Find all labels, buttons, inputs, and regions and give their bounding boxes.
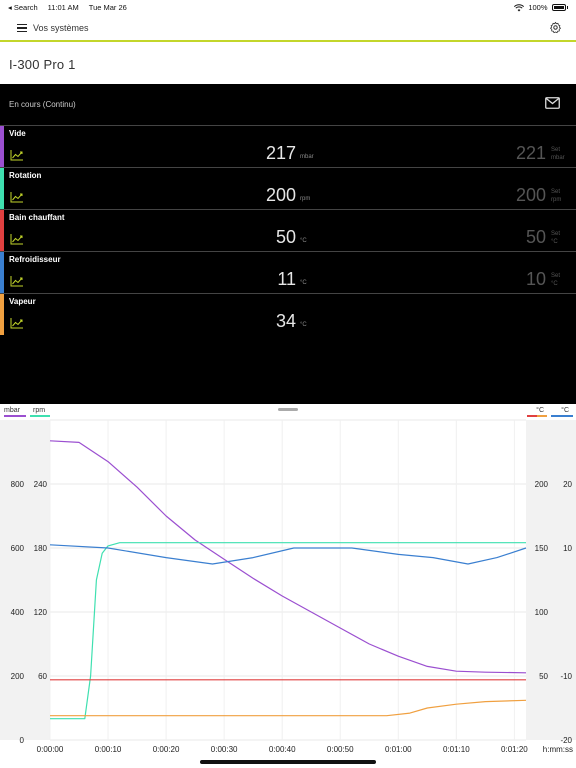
tick-label-time: 0:00:10 (95, 745, 122, 754)
tick-label-bath-c: 100 (535, 608, 549, 617)
trend-chart: mbar rpm °C °C 0 200 400 600 800 60 120 180 240 5… (0, 404, 576, 768)
tick-label-time: 0:00:20 (153, 745, 180, 754)
mail-icon[interactable] (545, 97, 560, 109)
run-status: En cours (Continu) (9, 100, 76, 109)
tick-label-bath-c: 200 (535, 480, 549, 489)
tick-label-rpm: 60 (38, 672, 47, 681)
param-color-bar (0, 126, 4, 167)
param-set-value[interactable]: 10 (526, 269, 546, 290)
tick-label-mbar: 400 (11, 608, 25, 617)
param-set-value[interactable]: 221 (516, 143, 546, 164)
param-row-rotation[interactable]: Rotation 200 rpm 200 Set rpm (0, 167, 576, 209)
trend-icon[interactable] (10, 232, 24, 245)
param-set-label: Set mbar (551, 147, 565, 161)
param-name: Rotation (9, 171, 42, 180)
status-date: Tue Mar 26 (88, 3, 127, 12)
tick-label-time: 0:00:40 (269, 745, 296, 754)
param-value: 34 (275, 311, 296, 331)
param-name: Vapeur (9, 297, 36, 306)
status-bar: ◂ Search 11:01 AM Tue Mar 26 100% (0, 0, 576, 14)
series-line-0 (49, 440, 527, 674)
live-values-panel: En cours (Continu) Vide 217 mbar 221 Set mbar… (0, 84, 576, 404)
param-unit: °C (300, 322, 307, 328)
trend-icon[interactable] (10, 316, 24, 329)
right-axis-panel (526, 420, 576, 740)
trend-icon[interactable] (10, 148, 24, 161)
series-line-1 (50, 542, 526, 720)
battery-icon (551, 4, 566, 11)
param-unit: °C (300, 280, 307, 286)
tick-label-bath-c: 150 (535, 544, 549, 553)
param-name: Refroidisseur (9, 255, 61, 264)
param-name: Vide (9, 129, 26, 138)
trend-icon[interactable] (10, 190, 24, 203)
tick-label-mbar: 0 (20, 736, 25, 745)
param-color-bar (0, 210, 4, 251)
param-value: 11 (277, 269, 296, 289)
tick-label-bath-c: 50 (539, 672, 548, 681)
param-color-bar (0, 168, 4, 209)
param-name: Bain chauffant (9, 213, 65, 222)
param-color-bar (0, 294, 4, 335)
param-value: 50 (275, 227, 296, 247)
tick-label-mbar: 800 (11, 480, 25, 489)
chart-canvas[interactable]: 0 200 400 600 800 60 120 180 240 50 100 150 200 -20 -1… (0, 404, 576, 768)
param-set-label: Set °C (551, 273, 561, 287)
trend-icon[interactable] (10, 274, 24, 287)
tick-label-time: 0:01:00 (385, 745, 412, 754)
gear-icon[interactable] (549, 21, 562, 34)
left-axis-panel (0, 420, 50, 740)
device-title: I-300 Pro 1 (9, 57, 76, 72)
tick-label-chiller-c: -20 (560, 736, 572, 745)
tick-label-time: 0:00:50 (327, 745, 354, 754)
param-set-label: Set °C (551, 231, 561, 245)
tick-label-mbar: 600 (11, 544, 25, 553)
param-unit: mbar (300, 154, 314, 160)
param-row-vapeur[interactable]: Vapeur 34 °C (0, 293, 576, 335)
tick-label-chiller-c: -10 (560, 672, 572, 681)
param-set-label: Set rpm (551, 189, 562, 203)
tick-label-rpm: 240 (34, 480, 48, 489)
tick-label-time: 0:01:20 (501, 745, 528, 754)
wifi-icon (514, 3, 525, 11)
nav-title[interactable]: Vos systèmes (33, 23, 89, 33)
tick-label-time: 0:00:30 (211, 745, 238, 754)
tick-label-chiller-c: 10 (563, 544, 572, 553)
param-set-value[interactable]: 50 (526, 227, 546, 248)
tick-label-time: 0:00:00 (37, 745, 64, 754)
battery-percent: 100% (528, 3, 548, 12)
param-unit: °C (300, 238, 307, 244)
param-set-value[interactable]: 200 (516, 185, 546, 206)
home-indicator[interactable] (200, 760, 376, 764)
tick-label-time: 0:01:10 (443, 745, 470, 754)
param-unit: rpm (300, 196, 311, 202)
nav-bar: Vos systèmes (0, 14, 576, 42)
param-value: 200 (265, 185, 296, 205)
tick-label-rpm: 180 (34, 544, 48, 553)
tick-label-chiller-c: 20 (563, 480, 572, 489)
param-row-refroidisseur[interactable]: Refroidisseur 11 °C 10 Set °C (0, 251, 576, 293)
param-row-vide[interactable]: Vide 217 mbar 221 Set mbar (0, 125, 576, 167)
x-axis-unit: h:mm:ss (543, 745, 573, 754)
tick-label-mbar: 200 (11, 672, 25, 681)
param-color-bar (0, 252, 4, 293)
menu-icon[interactable] (17, 24, 27, 32)
param-row-bain-chauffant[interactable]: Bain chauffant 50 °C 50 Set °C (0, 209, 576, 251)
status-time: 11:01 AM (47, 3, 79, 12)
back-to-search[interactable]: ◂ Search (8, 3, 38, 12)
param-value: 217 (265, 143, 296, 163)
tick-label-rpm: 120 (34, 608, 48, 617)
series-line-4 (50, 699, 527, 717)
